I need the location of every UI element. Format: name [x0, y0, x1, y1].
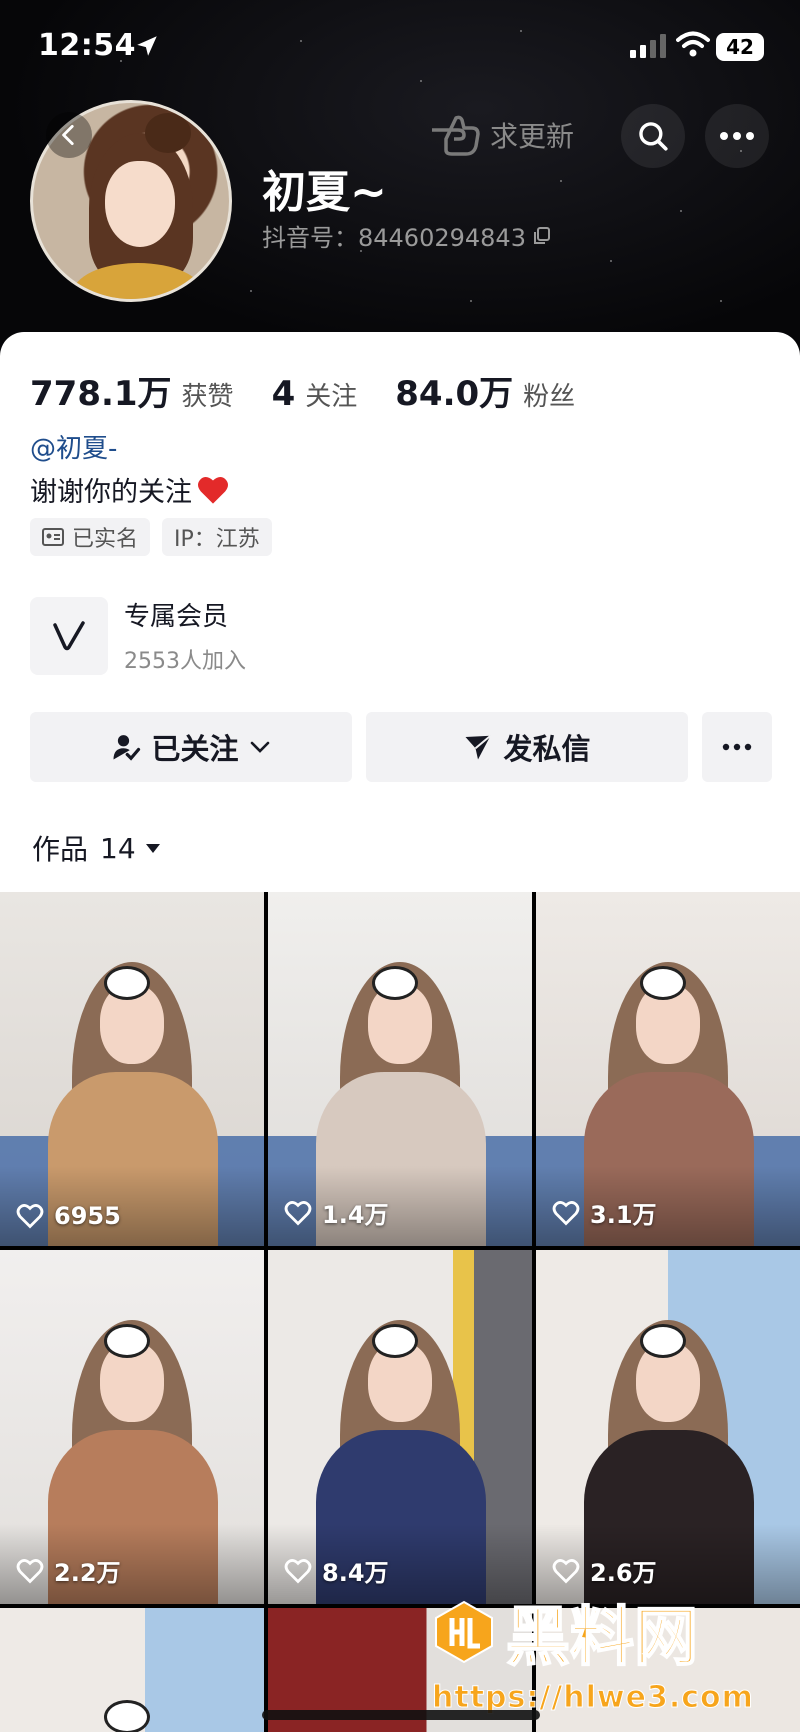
watermark-brand: 黑料网: [505, 1600, 699, 1676]
heart-outline-icon: [552, 1558, 580, 1583]
caret-down-icon: [145, 844, 160, 853]
status-bar: 12:54 42: [0, 0, 800, 96]
douyin-id-text: 抖音号：84460294843: [262, 224, 526, 252]
following-count[interactable]: 4: [272, 374, 296, 414]
cellular-signal-icon: [630, 34, 666, 58]
video-thumbnail[interactable]: 6955: [0, 892, 264, 1246]
heart-outline-icon: [16, 1558, 44, 1583]
followers-count[interactable]: 84.0万: [395, 366, 513, 415]
video-thumbnail[interactable]: 2.6万: [536, 1250, 800, 1604]
following-label[interactable]: 关注: [305, 376, 357, 413]
bio: 谢谢你的关注: [30, 470, 230, 509]
verified-tag: 已实名: [30, 518, 151, 556]
mention-handle[interactable]: @初夏-: [30, 428, 117, 465]
video-likes-count: 3.1万: [590, 1201, 657, 1229]
wifi-icon: [676, 31, 710, 57]
video-likes: 8.4万: [284, 1553, 389, 1588]
video-likes-count: 8.4万: [322, 1559, 389, 1587]
video-thumbnail[interactable]: 8.4万: [268, 1250, 532, 1604]
request-update-button[interactable]: 求更新: [428, 112, 574, 158]
paper-plane-icon: [465, 734, 492, 760]
more-dots-icon: [722, 743, 752, 751]
video-likes: 3.1万: [552, 1195, 657, 1230]
home-indicator: [262, 1710, 540, 1720]
exclusive-membership[interactable]: 专属会员 2553人加入: [30, 596, 246, 675]
following-button-label: 已关注: [151, 732, 239, 766]
bio-text: 谢谢你的关注: [30, 477, 192, 508]
back-button[interactable]: [46, 112, 92, 158]
stats-row: 778.1万 获赞 4 关注 84.0万 粉丝: [30, 366, 613, 415]
verified-label: 已实名: [72, 527, 139, 552]
site-watermark: 黑料网 https://hlwe3.com: [432, 1586, 772, 1716]
action-buttons: 已关注 发私信: [30, 712, 772, 782]
red-heart-icon: [198, 476, 228, 504]
profile-header: 12:54 42 求更新 初夏~ 抖音号：84460294843: [0, 0, 800, 360]
membership-subtitle: 2553人加入: [124, 649, 246, 674]
heart-outline-icon: [552, 1200, 580, 1225]
status-time: 12:54: [38, 28, 136, 63]
tab-works[interactable]: 作品 14: [32, 828, 162, 868]
heart-outline-icon: [284, 1558, 312, 1583]
video-likes-count: 6955: [54, 1202, 121, 1230]
ip-location-tag: IP：江苏: [162, 518, 272, 556]
video-thumbnail[interactable]: 1.4万: [268, 892, 532, 1246]
video-likes: 2.2万: [16, 1553, 121, 1588]
hl-logo-icon: [435, 1600, 493, 1664]
video-thumbnail[interactable]: 2.2万: [0, 1250, 264, 1604]
video-likes-count: 2.2万: [54, 1559, 121, 1587]
likes-count: 778.1万: [30, 374, 172, 414]
following-button[interactable]: 已关注: [30, 712, 352, 782]
more-dots-icon: [720, 132, 754, 140]
chevron-left-icon: [62, 124, 74, 146]
works-tab-label: 作品: [32, 833, 89, 866]
user-check-icon: [113, 735, 141, 761]
more-actions-button[interactable]: [702, 712, 772, 782]
video-thumbnail[interactable]: [0, 1608, 264, 1732]
likes-label: 获赞: [181, 382, 234, 412]
location-arrow-icon: [137, 36, 157, 56]
membership-title: 专属会员: [124, 602, 229, 632]
profile-tags: 已实名 IP：江苏: [30, 518, 272, 556]
heart-outline-icon: [16, 1204, 44, 1229]
id-card-icon: [42, 528, 64, 546]
request-update-label: 求更新: [490, 120, 575, 153]
copy-icon[interactable]: [532, 226, 552, 246]
video-likes: 1.4万: [284, 1195, 389, 1230]
video-thumbnail[interactable]: 3.1万: [536, 892, 800, 1246]
video-likes-count: 1.4万: [322, 1201, 389, 1229]
ip-location-label: IP：江苏: [174, 527, 260, 552]
heart-outline-icon: [284, 1200, 312, 1225]
video-likes: 6955: [16, 1202, 121, 1230]
works-count: 14: [100, 831, 136, 865]
chevron-down-icon: [250, 741, 269, 753]
profile-nickname: 初夏~: [262, 167, 387, 218]
send-message-label: 发私信: [503, 732, 591, 766]
video-likes: 2.6万: [552, 1553, 657, 1588]
pointing-hand-icon: [432, 115, 480, 156]
battery-indicator: 42: [716, 33, 764, 61]
followers-label[interactable]: 粉丝: [523, 376, 575, 413]
more-options-button[interactable]: [705, 104, 769, 168]
profile-info-card: 778.1万 获赞 4 关注 84.0万 粉丝 @初夏- 谢谢你的关注 已实名 …: [0, 332, 800, 892]
search-icon: [639, 122, 668, 151]
send-message-button[interactable]: 发私信: [366, 712, 688, 782]
video-likes-count: 2.6万: [590, 1559, 657, 1587]
membership-v-icon: [30, 596, 108, 675]
search-button[interactable]: [621, 104, 685, 168]
douyin-id[interactable]: 抖音号：84460294843: [262, 218, 552, 253]
